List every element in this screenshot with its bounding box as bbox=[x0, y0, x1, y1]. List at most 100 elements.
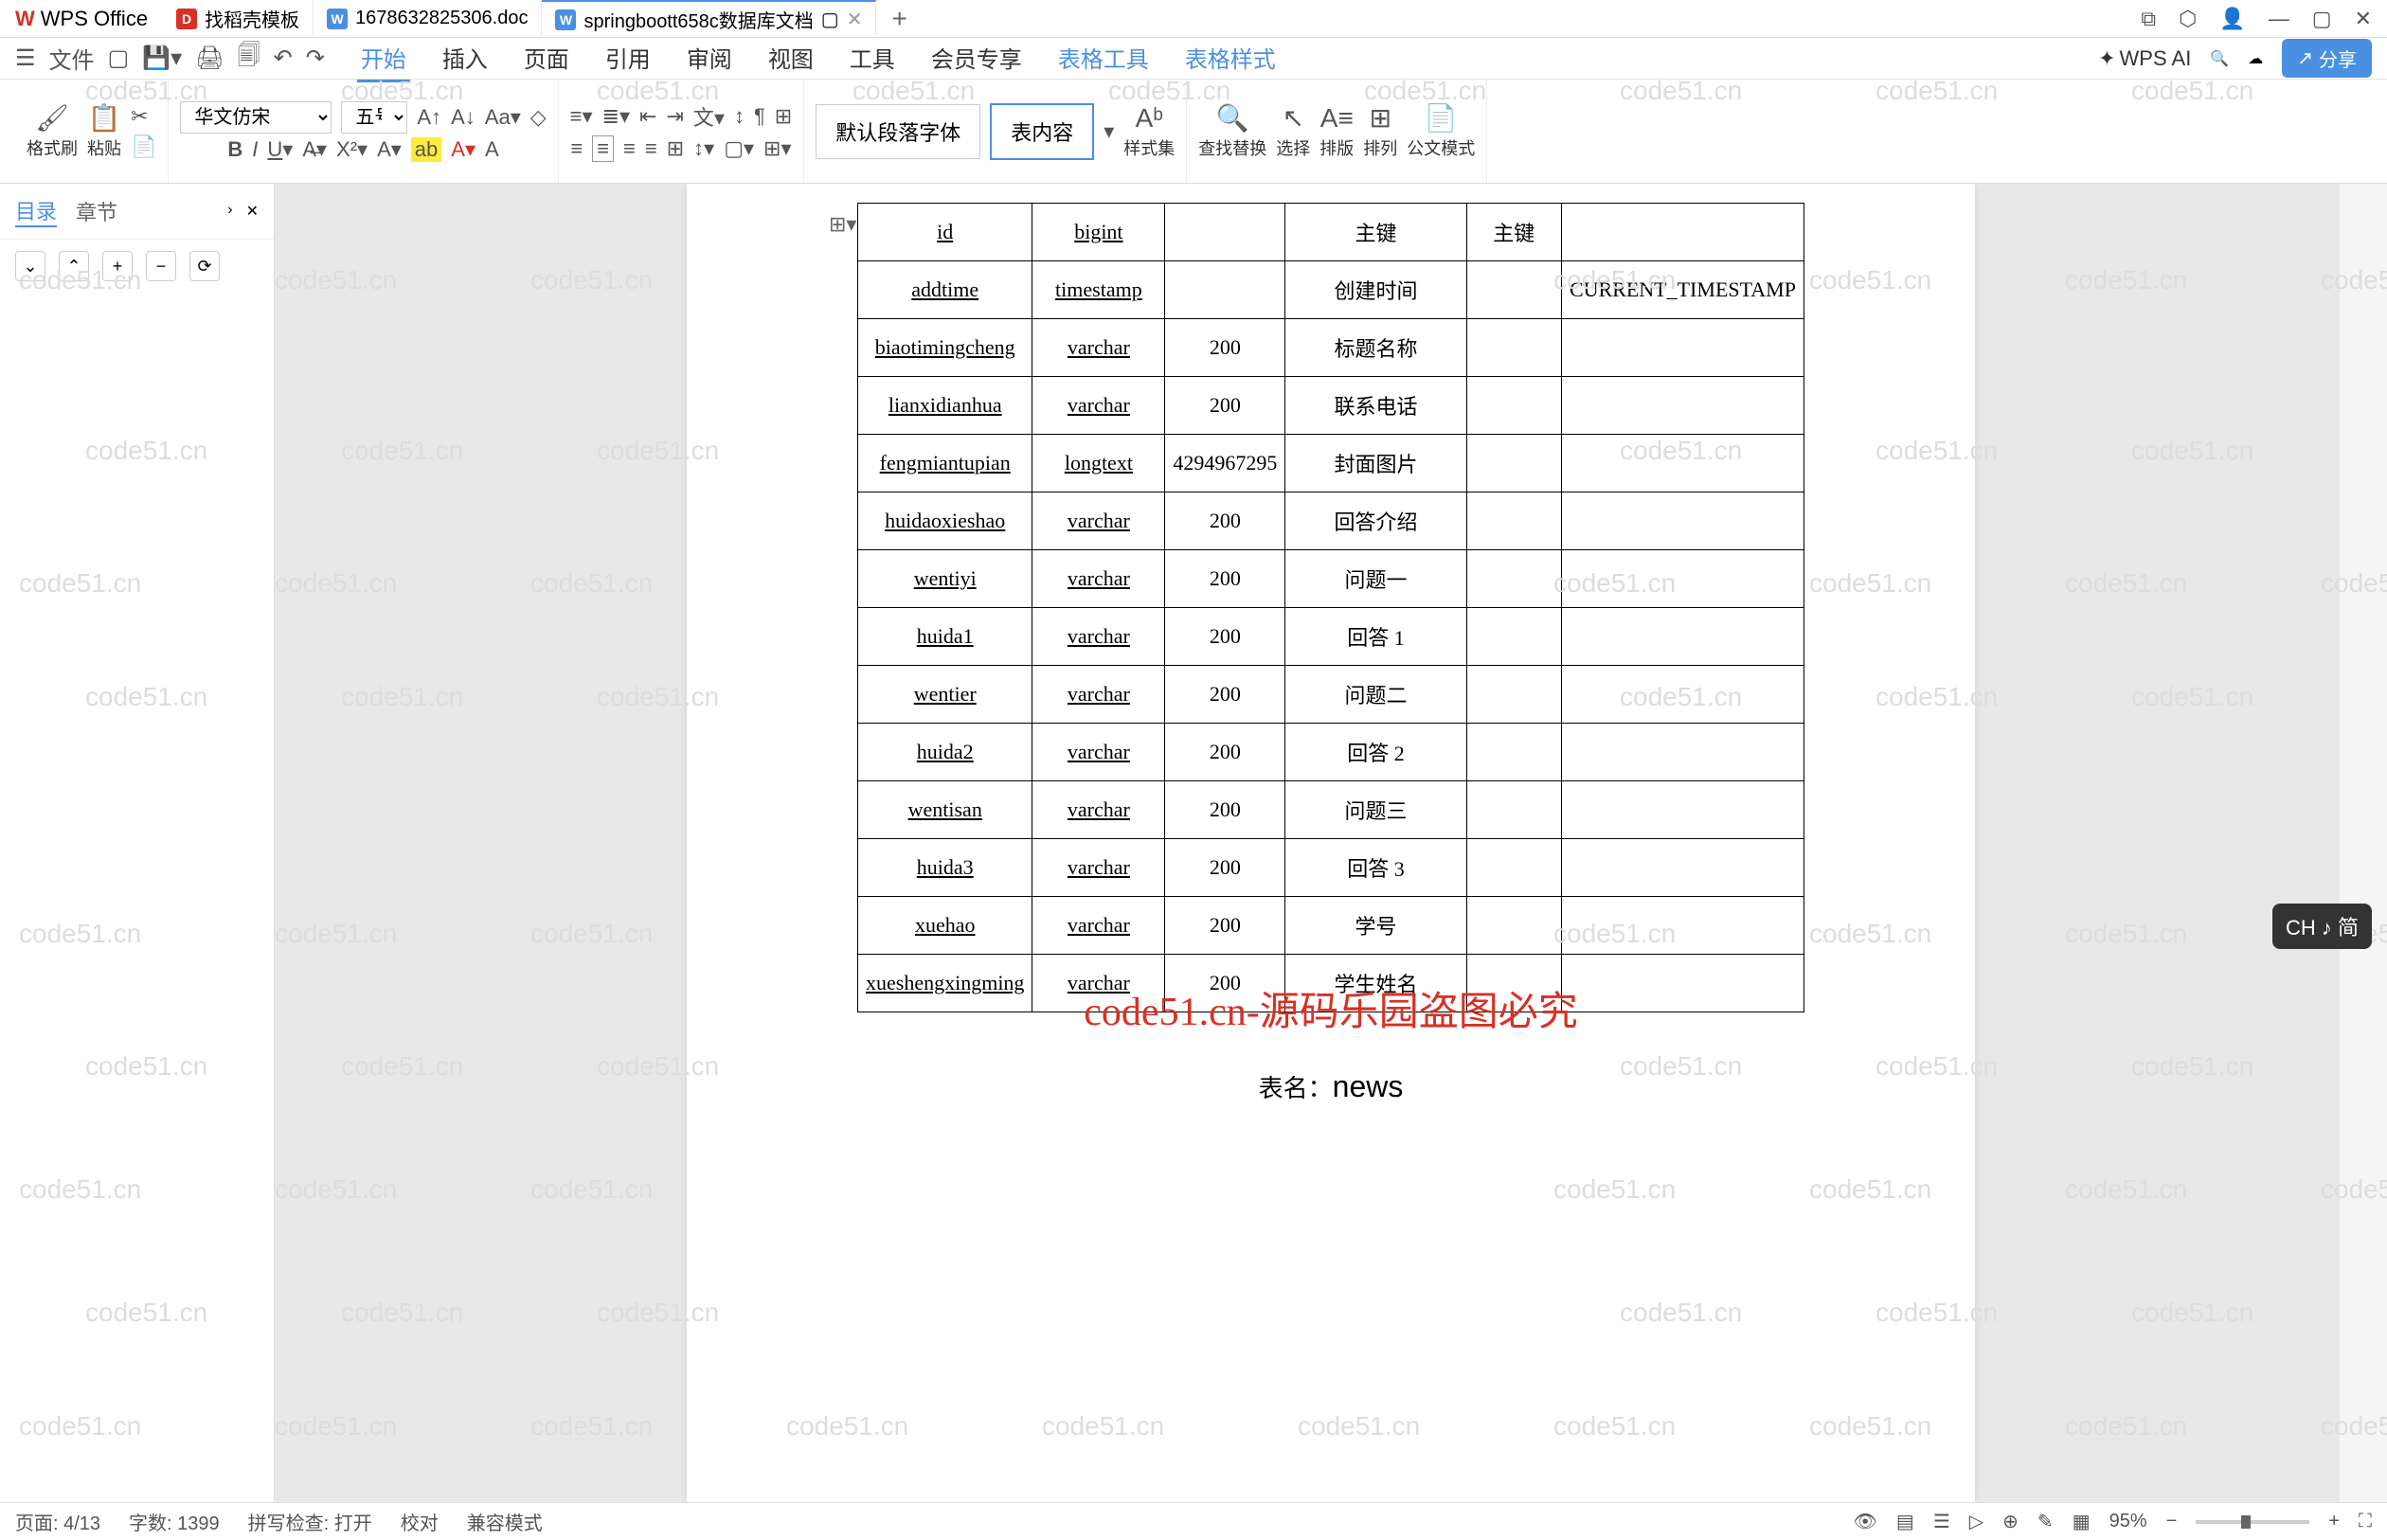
menu-item-8[interactable]: 表格工具 bbox=[1054, 35, 1153, 82]
table-cell[interactable] bbox=[1466, 319, 1561, 377]
pilcrow-icon[interactable]: ¶ bbox=[754, 104, 765, 129]
outline-view-icon[interactable]: ☰ bbox=[1933, 1510, 1950, 1533]
superscript-icon[interactable]: X²▾ bbox=[336, 137, 368, 162]
numbering-icon[interactable]: ≣▾ bbox=[602, 104, 630, 129]
table-cell[interactable]: 主键 bbox=[1285, 204, 1466, 261]
table-cell[interactable]: 联系电话 bbox=[1285, 377, 1466, 435]
styles-more-icon[interactable]: ▾ bbox=[1104, 119, 1114, 144]
format-brush-button[interactable]: 🖌 格式刷 bbox=[27, 102, 78, 160]
table-cell[interactable] bbox=[1561, 724, 1804, 781]
zoom-slider[interactable] bbox=[2196, 1520, 2309, 1524]
document-tab-2[interactable]: W springboott658c数据库文档 ▢ ✕ bbox=[542, 0, 876, 37]
style-set-button[interactable]: Aᵇ 样式集 bbox=[1123, 103, 1175, 160]
table-cell[interactable]: wentiyi bbox=[858, 550, 1032, 608]
print-icon[interactable]: 🖨 bbox=[195, 45, 224, 72]
wps-ai-button[interactable]: ✦ WPS AI bbox=[2098, 46, 2191, 71]
table-cell[interactable] bbox=[1561, 955, 1804, 1012]
table-cell[interactable]: 问题二 bbox=[1285, 666, 1466, 724]
remove-item-icon[interactable]: − bbox=[146, 251, 176, 281]
table-cell[interactable]: 主键 bbox=[1466, 204, 1561, 261]
table-cell[interactable] bbox=[1561, 897, 1804, 955]
table-cell[interactable]: huida3 bbox=[858, 839, 1032, 897]
table-cell[interactable]: 200 bbox=[1165, 781, 1285, 839]
web-view-icon[interactable]: ⊕ bbox=[2002, 1510, 2019, 1533]
page-number[interactable]: 页面: 4/13 bbox=[15, 1508, 100, 1535]
increase-indent-icon[interactable]: ⇥ bbox=[666, 104, 683, 129]
table-cell[interactable]: CURRENT_TIMESTAMP bbox=[1561, 261, 1804, 319]
table-cell[interactable]: wentier bbox=[858, 666, 1032, 724]
table-cell[interactable] bbox=[1466, 955, 1561, 1012]
edit-view-icon[interactable]: ✎ bbox=[2037, 1510, 2054, 1533]
table-cell[interactable]: 200 bbox=[1165, 377, 1285, 435]
cube-icon[interactable]: ⬡ bbox=[2179, 7, 2197, 31]
table-cell[interactable]: varchar bbox=[1032, 608, 1165, 666]
distribute-icon[interactable]: ⊞ bbox=[667, 136, 684, 161]
avatar-icon[interactable]: 👤 bbox=[2219, 7, 2245, 31]
menu-item-9[interactable]: 表格样式 bbox=[1181, 35, 1280, 82]
table-row[interactable]: lianxidianhuavarchar200联系电话 bbox=[858, 377, 1804, 435]
table-cell[interactable]: varchar bbox=[1032, 724, 1165, 781]
table-cell[interactable] bbox=[1466, 897, 1561, 955]
table-row[interactable]: fengmiantupianlongtext4294967295封面图片 bbox=[858, 435, 1804, 492]
document-tab-1[interactable]: W 1678632825306.doc bbox=[314, 0, 542, 37]
table-cell[interactable] bbox=[1466, 724, 1561, 781]
menu-item-3[interactable]: 引用 bbox=[601, 35, 655, 82]
table-cell[interactable]: bigint bbox=[1032, 204, 1165, 261]
borders-icon[interactable]: ⊞▾ bbox=[763, 136, 791, 161]
arrange-button[interactable]: A≡ 排版 bbox=[1319, 103, 1354, 160]
table-cell[interactable]: 创建时间 bbox=[1285, 261, 1466, 319]
proofread-status[interactable]: 校对 bbox=[401, 1508, 439, 1535]
redo-icon[interactable]: ↷ bbox=[306, 45, 325, 72]
table-row[interactable]: huida2varchar200回答 2 bbox=[858, 724, 1804, 781]
table-cell[interactable]: wentisan bbox=[858, 781, 1032, 839]
cut-icon[interactable]: ✂ bbox=[131, 104, 156, 129]
sort-icon[interactable]: ↕ bbox=[734, 104, 745, 129]
table-cell[interactable] bbox=[1561, 492, 1804, 550]
table-cell[interactable] bbox=[1561, 319, 1804, 377]
ime-badge[interactable]: CH ♪ 简 bbox=[2272, 904, 2372, 949]
table-cell[interactable]: varchar bbox=[1032, 319, 1165, 377]
table-cell[interactable] bbox=[1165, 204, 1285, 261]
table-cell[interactable]: 200 bbox=[1165, 897, 1285, 955]
table-cell[interactable] bbox=[1561, 839, 1804, 897]
side-close-icon[interactable]: ✕ bbox=[246, 202, 259, 221]
table-cell[interactable]: 学号 bbox=[1285, 897, 1466, 955]
menu-item-1[interactable]: 插入 bbox=[439, 35, 492, 82]
bullets-icon[interactable]: ≡▾ bbox=[570, 104, 593, 129]
table-cell[interactable]: 200 bbox=[1165, 839, 1285, 897]
clear-format-icon[interactable]: ◇ bbox=[530, 105, 547, 130]
table-cell[interactable]: varchar bbox=[1032, 492, 1165, 550]
table-cell[interactable]: 200 bbox=[1165, 550, 1285, 608]
maximize-icon[interactable]: ▢ bbox=[2312, 7, 2332, 31]
table-cell[interactable]: varchar bbox=[1032, 955, 1165, 1012]
tab-close-icon[interactable]: ✕ bbox=[847, 8, 863, 31]
preview-icon[interactable]: 🗐 bbox=[238, 39, 260, 78]
shrink-font-icon[interactable]: A↓ bbox=[451, 105, 476, 130]
text-effect-icon[interactable]: A▾ bbox=[377, 137, 402, 162]
text-direction-icon[interactable]: 文▾ bbox=[693, 101, 725, 132]
table-cell[interactable] bbox=[1466, 839, 1561, 897]
char-shading-icon[interactable]: A bbox=[485, 137, 499, 162]
table-cell[interactable]: 回答 2 bbox=[1285, 724, 1466, 781]
table-row[interactable]: huidaoxieshaovarchar200回答介绍 bbox=[858, 492, 1804, 550]
table-cell[interactable] bbox=[1561, 666, 1804, 724]
table-cell[interactable]: varchar bbox=[1032, 781, 1165, 839]
table-row[interactable]: xueshengxingmingvarchar200学生姓名 bbox=[858, 955, 1804, 1012]
fullscreen-icon[interactable]: ⛶ bbox=[2359, 1511, 2372, 1532]
spell-check-status[interactable]: 拼写检查: 打开 bbox=[248, 1508, 372, 1535]
document-tab-0[interactable]: D 找稻壳模板 bbox=[163, 0, 314, 37]
table-cell[interactable]: 200 bbox=[1165, 319, 1285, 377]
new-tab-button[interactable]: + bbox=[876, 4, 922, 34]
menu-item-2[interactable]: 页面 bbox=[520, 35, 573, 82]
file-menu[interactable]: 文件 bbox=[49, 42, 95, 75]
menu-item-7[interactable]: 会员专享 bbox=[927, 35, 1026, 82]
zoom-level[interactable]: 95% bbox=[2109, 1511, 2147, 1532]
doc-mode-button[interactable]: 📄 公文模式 bbox=[1407, 102, 1475, 160]
table-row[interactable]: xuehaovarchar200学号 bbox=[858, 897, 1804, 955]
bold-icon[interactable]: B bbox=[227, 137, 242, 162]
justify-icon[interactable]: ≡ bbox=[645, 136, 657, 161]
align-center-icon[interactable]: ≡ bbox=[592, 135, 614, 162]
strikethrough-icon[interactable]: A̶▾ bbox=[302, 137, 327, 162]
close-window-icon[interactable]: ✕ bbox=[2355, 7, 2372, 31]
menu-icon[interactable]: ☰ bbox=[15, 45, 36, 72]
